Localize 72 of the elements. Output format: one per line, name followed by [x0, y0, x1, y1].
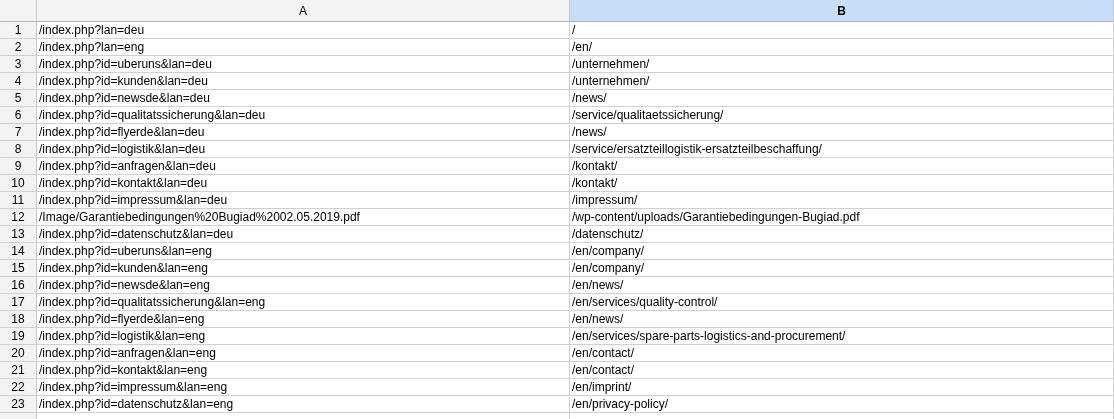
table-cell: /en/company/ — [570, 260, 1114, 276]
row-header[interactable]: 21 — [0, 362, 37, 378]
table-cell: /index.php?id=anfragen&lan=eng — [37, 345, 570, 361]
row-header[interactable]: 6 — [0, 107, 37, 123]
row-header[interactable]: 9 — [0, 158, 37, 174]
table-cell: /en/imprint/ — [570, 379, 1114, 395]
table-cell: / — [570, 22, 1114, 38]
table-cell: /datenschutz/ — [570, 226, 1114, 242]
row-header[interactable]: 1 — [0, 22, 37, 38]
row-header[interactable]: 2 — [0, 39, 37, 55]
table-cell: /Image/Garantiebedingungen%20Bugiad%2002.05.2019.pdf — [37, 209, 570, 225]
table-cell: /index.php?id=kontakt&lan=eng — [37, 362, 570, 378]
table-cell: /index.php?id=datenschutz&lan=eng — [37, 396, 570, 412]
row-header[interactable]: 18 — [0, 311, 37, 327]
row-header[interactable]: 15 — [0, 260, 37, 276]
row-header[interactable]: 10 — [0, 175, 37, 191]
table-cell: /index.php?id=impressum&lan=deu — [37, 192, 570, 208]
table-cell: /en/news/ — [570, 277, 1114, 293]
table-cell: /news/ — [570, 90, 1114, 106]
row-header[interactable]: 14 — [0, 243, 37, 259]
table-cell: /index.php?id=anfragen&lan=deu — [37, 158, 570, 174]
table-cell: /en/privacy-policy/ — [570, 396, 1114, 412]
table-cell: /index.php?id=kontakt&lan=deu — [37, 175, 570, 191]
table-cell: /index.php?id=qualitatssicherung&lan=eng — [37, 294, 570, 310]
row-header[interactable]: 3 — [0, 56, 37, 72]
row-header[interactable]: 4 — [0, 73, 37, 89]
table-cell: /index.php?id=qualitatssicherung&lan=deu — [37, 107, 570, 123]
table-cell: /index.php?id=datenschutz&lan=deu — [37, 226, 570, 242]
table-cell: /index.php?id=logistik&lan=eng — [37, 328, 570, 344]
table-cell: /index.php?id=flyerde&lan=deu — [37, 124, 570, 140]
row-header[interactable]: 7 — [0, 124, 37, 140]
table-cell: /index.php?id=kunden&lan=eng — [37, 260, 570, 276]
table-cell: /unternehmen/ — [570, 73, 1114, 89]
table-cell: /news/ — [570, 124, 1114, 140]
row-header[interactable]: 19 — [0, 328, 37, 344]
row-header[interactable]: 12 — [0, 209, 37, 225]
table-cell: /service/qualitaetssicherung/ — [570, 107, 1114, 123]
table-cell: /en/services/spare-parts-logistics-and-procurement/ — [570, 328, 1114, 344]
table-cell: /en/ — [570, 39, 1114, 55]
table-cell: /impressum/ — [570, 192, 1114, 208]
table-cell: /index.php?id=kunden&lan=deu — [37, 73, 570, 89]
row-header[interactable]: 22 — [0, 379, 37, 395]
table-cell: /index.php?id=uberuns&lan=eng — [37, 243, 570, 259]
table-cell: /index.php?id=uberuns&lan=deu — [37, 56, 570, 72]
table-cell: /index.php?id=impressum&lan=eng — [37, 379, 570, 395]
column-header[interactable]: B — [570, 0, 1114, 21]
table-cell: /index.php?lan=eng — [37, 39, 570, 55]
table-cell: /kontakt/ — [570, 175, 1114, 191]
table-cell: /en/news/ — [570, 311, 1114, 327]
row-header[interactable]: 16 — [0, 277, 37, 293]
row-header[interactable]: 17 — [0, 294, 37, 310]
table-cell: /kontakt/ — [570, 158, 1114, 174]
row-header[interactable]: 13 — [0, 226, 37, 242]
table-cell: /en/services/quality-control/ — [570, 294, 1114, 310]
column-header[interactable]: A — [37, 0, 570, 21]
table-cell: /index.php?lan=deu — [37, 22, 570, 38]
row-header[interactable]: 8 — [0, 141, 37, 157]
table-cell: /en/contact/ — [570, 362, 1114, 378]
row-header[interactable]: 5 — [0, 90, 37, 106]
table-cell: /index.php?id=newsde&lan=deu — [37, 90, 570, 106]
table-cell: /index.php?id=flyerde&lan=eng — [37, 311, 570, 327]
table-cell: /index.php?id=logistik&lan=deu — [37, 141, 570, 157]
table-cell: /en/contact/ — [570, 345, 1114, 361]
table-cell: /service/ersatzteillogistik-ersatzteilbeschaffung/ — [570, 141, 1114, 157]
table-cell: /en/company/ — [570, 243, 1114, 259]
row-header[interactable]: 11 — [0, 192, 37, 208]
row-header[interactable]: 23 — [0, 396, 37, 412]
corner-header[interactable] — [0, 0, 37, 21]
row-header[interactable]: 20 — [0, 345, 37, 361]
table-cell: /unternehmen/ — [570, 56, 1114, 72]
table-cell: /index.php?id=newsde&lan=eng — [37, 277, 570, 293]
table-cell: /wp-content/uploads/Garantiebedingungen-Bugiad.pdf — [570, 209, 1114, 225]
